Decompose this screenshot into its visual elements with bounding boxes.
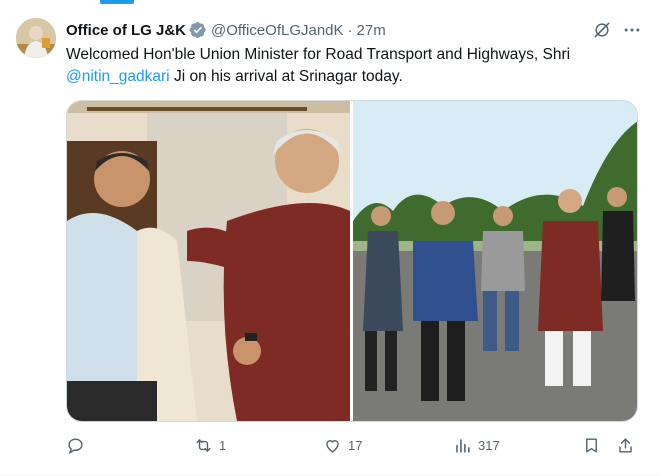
like-icon: [326, 439, 339, 453]
reply-icon: [68, 437, 83, 454]
like-count: 17: [348, 437, 363, 453]
verified-badge-icon: [189, 21, 207, 39]
tweet-text-part: Ji on his arrival at Srinagar today.: [169, 68, 403, 85]
header-separator: ·: [347, 21, 353, 39]
tweet[interactable]: Office of LG J&K @OfficeOfLGJandK · 27m …: [0, 0, 660, 476]
bookmark-icon: [586, 437, 597, 453]
views-count: 317: [478, 437, 500, 453]
retweet-count: 1: [219, 437, 227, 453]
mention-link[interactable]: @nitin_gadkari: [66, 68, 170, 85]
share-icon: [619, 437, 632, 453]
views-button[interactable]: 317: [453, 432, 500, 458]
share-button[interactable]: [616, 432, 635, 458]
tweet-media: [66, 100, 638, 422]
views-icon: [456, 438, 470, 453]
bookmark-button[interactable]: [582, 432, 601, 458]
more-icon[interactable]: [622, 20, 642, 40]
avatar[interactable]: [16, 18, 56, 58]
photo-right[interactable]: [353, 101, 637, 421]
reply-button[interactable]: [66, 432, 91, 458]
tweet-text: Welcomed Hon'ble Union Minister for Road…: [66, 44, 646, 88]
photo-left[interactable]: [67, 101, 351, 421]
author-name[interactable]: Office of LG J&K: [66, 22, 186, 39]
grok-icon[interactable]: [592, 20, 612, 40]
tweet-text-part: Welcomed Hon'ble Union Minister for Road…: [66, 46, 571, 63]
author-handle[interactable]: @OfficeOfLGJandK: [211, 22, 344, 39]
retweet-button[interactable]: 1: [194, 432, 226, 458]
tweet-timestamp[interactable]: 27m: [357, 22, 386, 39]
like-button[interactable]: 17: [323, 432, 362, 458]
tweet-header: Office of LG J&K @OfficeOfLGJandK · 27m: [66, 18, 644, 42]
retweet-icon: [196, 438, 211, 452]
tweet-actions: 1 17 317: [66, 432, 640, 458]
